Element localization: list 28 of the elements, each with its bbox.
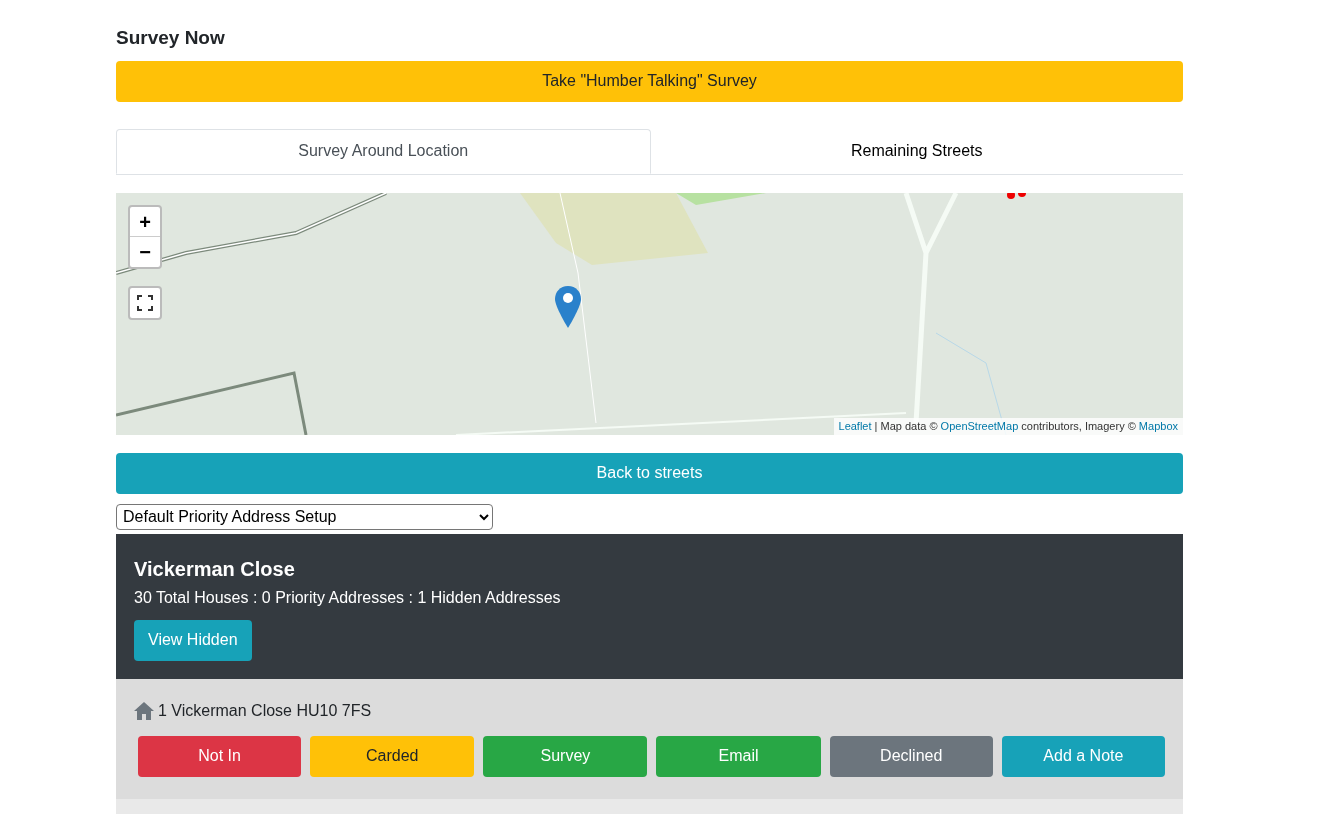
- fullscreen-button[interactable]: [128, 285, 162, 320]
- house-icon: [134, 701, 154, 720]
- back-to-streets-button[interactable]: Back to streets: [116, 452, 1183, 494]
- tab[interactable]: Survey Around Location: [116, 128, 651, 174]
- tab[interactable]: Remaining Streets: [650, 128, 1183, 174]
- setup-select[interactable]: Default Priority Address Setup: [116, 503, 493, 530]
- view-hidden-button[interactable]: View Hidden: [134, 619, 252, 661]
- street-name: Vickerman Close: [134, 556, 295, 582]
- action-button[interactable]: Declined: [829, 735, 993, 777]
- zoom-out-button[interactable]: −: [130, 236, 160, 267]
- attribution-link[interactable]: Mapbox: [1138, 420, 1178, 432]
- take-survey-button[interactable]: Take "Humber Talking" Survey: [116, 60, 1183, 102]
- attribution-text: | Map data ©: [873, 420, 939, 432]
- map[interactable]: + − Leaflet | Map data © OpenStreetMap contributors, Imagery © Mapbox: [116, 192, 1183, 435]
- action-button[interactable]: Email: [656, 735, 821, 777]
- attribution-link[interactable]: Leaflet: [838, 420, 872, 432]
- action-button[interactable]: Survey: [483, 735, 648, 777]
- fullscreen-icon: [137, 294, 153, 311]
- zoom-in-button[interactable]: +: [130, 206, 160, 237]
- action-button[interactable]: Add a Note: [1001, 735, 1165, 777]
- location-pin-icon[interactable]: [554, 284, 582, 329]
- action-button[interactable]: Not In: [138, 735, 302, 777]
- address-text: 1 Vickerman Close HU10 7FS: [158, 700, 372, 721]
- page-heading: Survey Now: [116, 26, 225, 50]
- attribution-text: contributors, Imagery ©: [1020, 420, 1137, 432]
- action-button[interactable]: Carded: [310, 735, 475, 777]
- attribution-link[interactable]: OpenStreetMap: [940, 420, 1019, 432]
- street-summary: 30 Total Houses : 0 Priority Addresses : 1 Hidden Addresses: [134, 587, 561, 608]
